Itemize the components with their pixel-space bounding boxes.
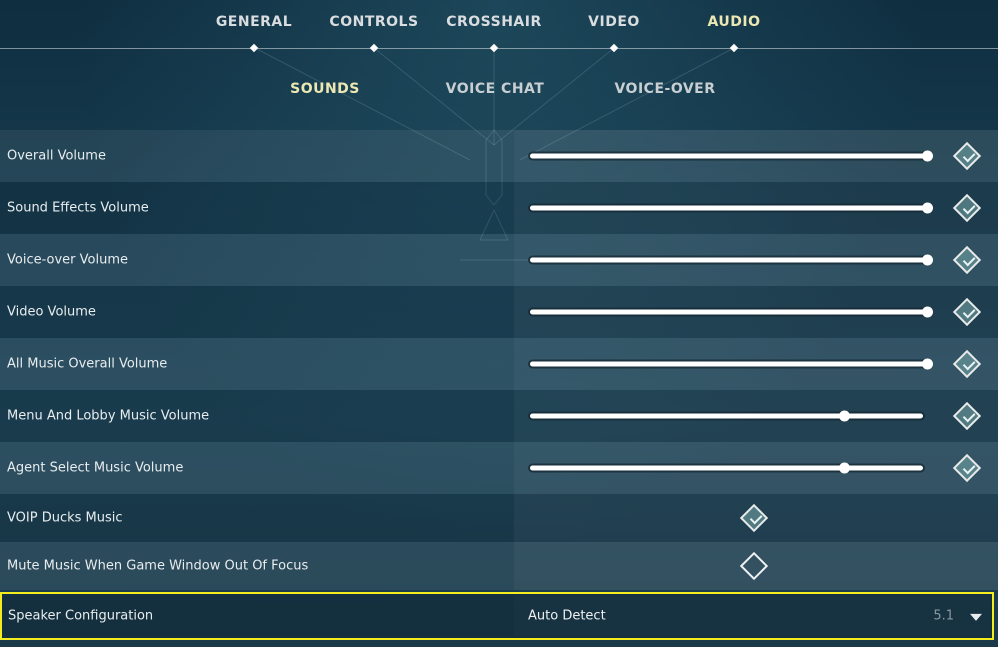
overall-volume-slider[interactable]: [528, 150, 933, 162]
setting-label: Mute Music When Game Window Out Of Focus: [7, 558, 309, 574]
slider-knob[interactable]: [922, 150, 933, 162]
setting-label: VOIP Ducks Music: [7, 510, 123, 526]
setting-label: Overall Volume: [7, 148, 106, 164]
slider-knob[interactable]: [922, 254, 933, 266]
tab-marker-icon: [489, 43, 499, 53]
setting-label: Agent Select Music Volume: [7, 460, 184, 476]
setting-row: VOIP Ducks Music: [0, 494, 998, 542]
setting-row: Menu And Lobby Music Volume: [0, 390, 998, 442]
tab-controls[interactable]: CONTROLS: [329, 14, 418, 30]
agent-select-music-volume-slider[interactable]: [528, 462, 925, 474]
slider-knob[interactable]: [922, 306, 933, 318]
setting-label: Voice-over Volume: [7, 252, 128, 268]
setting-row: Sound Effects Volume: [0, 182, 998, 234]
dropdown-selected-value: Auto Detect: [528, 608, 606, 624]
speaker-configuration-row: Speaker Configuration Auto Detect 5.1: [0, 592, 994, 640]
speaker-configuration-label: Speaker Configuration: [8, 608, 154, 624]
setting-row: Voice-over Volume: [0, 234, 998, 286]
tab-marker-icon: [249, 43, 259, 53]
settings-list: Overall Volume Sound Effects Volume Voic…: [0, 130, 998, 590]
setting-label: Sound Effects Volume: [7, 200, 149, 216]
slider-knob[interactable]: [922, 202, 933, 214]
setting-row: Mute Music When Game Window Out Of Focus: [0, 542, 998, 590]
tab-marker-icon: [609, 43, 619, 53]
chevron-down-icon[interactable]: [970, 613, 982, 621]
all-music-volume-slider[interactable]: [528, 358, 933, 370]
setting-row: Video Volume: [0, 286, 998, 338]
tab-crosshair[interactable]: CROSSHAIR: [446, 14, 542, 30]
setting-row: Overall Volume: [0, 130, 998, 182]
tab-audio[interactable]: AUDIO: [707, 14, 760, 30]
tab-divider-line: [0, 48, 998, 49]
tab-marker-icon: [729, 43, 739, 53]
setting-row: Agent Select Music Volume: [0, 442, 998, 494]
subtab-voice-chat[interactable]: VOICE CHAT: [446, 81, 545, 97]
subtab-sounds[interactable]: SOUNDS: [290, 81, 360, 97]
voice-over-volume-slider[interactable]: [528, 254, 933, 266]
tab-marker-icon: [369, 43, 379, 53]
top-tab-bar: GENERAL CONTROLS CROSSHAIR VIDEO AUDIO: [0, 0, 998, 53]
setting-row: All Music Overall Volume: [0, 338, 998, 390]
slider-knob[interactable]: [922, 358, 933, 370]
tab-general[interactable]: GENERAL: [216, 14, 292, 30]
menu-lobby-music-volume-slider[interactable]: [528, 410, 925, 422]
setting-label: All Music Overall Volume: [7, 356, 168, 372]
setting-label: Video Volume: [7, 304, 96, 320]
tab-video[interactable]: VIDEO: [588, 14, 640, 30]
subtab-voice-over[interactable]: VOICE-OVER: [614, 81, 715, 97]
setting-label: Menu And Lobby Music Volume: [7, 408, 210, 424]
dropdown-hint-value: 5.1: [933, 608, 954, 624]
speaker-configuration-dropdown[interactable]: Auto Detect 5.1: [514, 596, 990, 636]
sound-effects-volume-slider[interactable]: [528, 202, 933, 214]
video-volume-slider[interactable]: [528, 306, 933, 318]
